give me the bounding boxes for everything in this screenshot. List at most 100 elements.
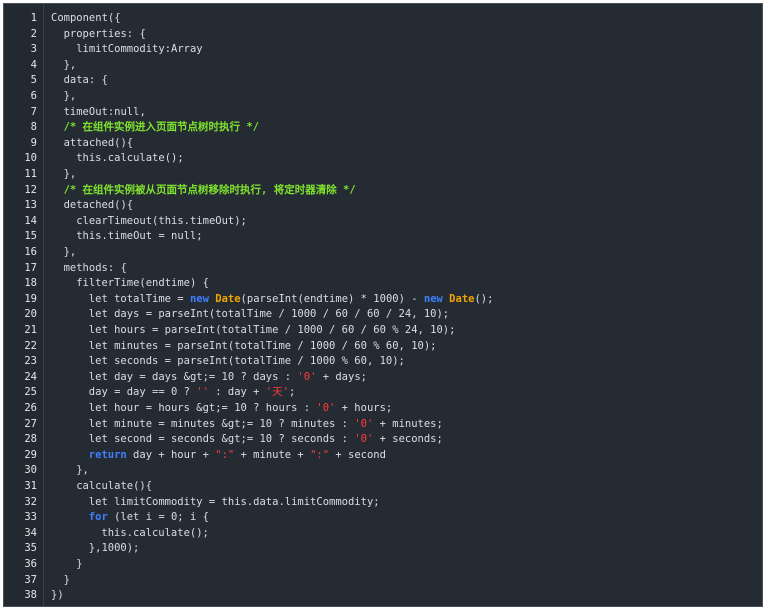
line-number: 1 <box>30 12 37 24</box>
code-token-plain: let days = parseInt(totalTime / 1000 / 6… <box>88 308 450 321</box>
code-token-plain: (let i = 0; i { <box>107 511 209 524</box>
code-line: 11}, <box>4 167 760 183</box>
line-number: 8 <box>30 121 37 134</box>
code-text: } <box>64 573 70 589</box>
code-token-plain: this.calculate(); <box>101 526 209 539</box>
code-token-plain: }) <box>51 589 64 602</box>
code-line: 16}, <box>4 245 760 261</box>
code-line: 34 this.calculate(); <box>4 526 760 542</box>
line-number: 35 <box>24 542 37 555</box>
code-text: let second = seconds &gt;= 10 ? seconds … <box>89 432 443 448</box>
code-text: properties: { <box>64 27 146 43</box>
code-text: return day + hour + ":" + minute + ":" +… <box>89 448 386 464</box>
code-token-str: '0' <box>354 417 374 430</box>
code-token-plain: ; <box>288 386 296 399</box>
code-text: }, <box>76 463 89 479</box>
code-token-type: Date <box>215 292 241 305</box>
line-number: 29 <box>24 448 37 461</box>
code-line: 3 limitCommodity:Array <box>4 42 760 58</box>
code-line: 5 data: { <box>4 73 760 89</box>
line-number: 22 <box>24 339 37 352</box>
line-number: 32 <box>24 495 37 508</box>
code-line: 19 let totalTime = new Date(parseInt(endt… <box>4 292 760 308</box>
code-token-plain: properties: { <box>63 27 146 40</box>
line-number: 20 <box>24 308 37 321</box>
line-number: 3 <box>30 43 37 56</box>
code-token-str: ":" <box>215 448 235 461</box>
code-token-str: '天' <box>265 386 289 399</box>
code-text: let hour = hours &gt;= 10 ? hours : '0' … <box>89 401 392 417</box>
code-token-plain: + seconds; <box>373 433 443 446</box>
code-line: 18 filterTime(endtime) { <box>4 276 760 292</box>
code-text: Component({ <box>51 11 121 27</box>
code-line: 9 attached(){ <box>4 136 760 152</box>
code-text: let totalTime = new Date(parseInt(endtim… <box>89 292 494 308</box>
code-token-plain: let totalTime = <box>88 292 190 305</box>
code-line: 36} <box>4 557 760 573</box>
line-number: 33 <box>24 511 37 524</box>
code-line: 29 return day + hour + ":" + minute + ":"… <box>4 448 760 464</box>
code-line: 35 },1000); <box>4 541 760 557</box>
code-token-plain: }, <box>63 90 77 102</box>
code-token-plain: attached(){ <box>63 136 134 149</box>
code-text: let days = parseInt(totalTime / 1000 / 6… <box>89 307 449 323</box>
code-line: 31 calculate(){ <box>4 479 760 495</box>
code-token-plain: },1000); <box>88 542 140 555</box>
code-line: 15 this.timeOut = null; <box>4 229 760 245</box>
code-token-plain: }, <box>63 246 77 258</box>
code-text: let hours = parseInt(totalTime / 1000 / … <box>89 323 456 339</box>
code-text: detached(){ <box>64 198 134 214</box>
code-text: calculate(){ <box>76 479 152 495</box>
code-token-plain: (parseInt(endtime) * 1000) - <box>240 292 424 305</box>
code-text: }, <box>64 89 77 105</box>
line-number: 37 <box>24 573 37 586</box>
code-token-cmt: /* 在组件实例进入页面节点树时执行 */ <box>63 121 260 134</box>
code-token-kw: return <box>88 448 127 461</box>
code-text: attached(){ <box>64 136 134 152</box>
code-line: 38}) <box>4 588 760 604</box>
line-number: 12 <box>24 183 37 196</box>
code-token-plain: + minutes; <box>373 417 443 430</box>
code-line: 23 let seconds = parseInt(totalTime / 100… <box>4 354 760 370</box>
code-line: 30}, <box>4 463 760 479</box>
code-token-kw: for <box>88 511 108 524</box>
code-text: methods: { <box>64 261 127 277</box>
line-number: 19 <box>24 292 37 305</box>
code-text: /* 在组件实例进入页面节点树时执行 */ <box>64 120 259 136</box>
code-text: limitCommodity:Array <box>76 42 202 58</box>
code-token-kw: new <box>423 292 443 305</box>
code-line: 22 let minutes = parseInt(totalTime / 100… <box>4 339 760 355</box>
code-token-kw: new <box>189 292 209 305</box>
code-text: },1000); <box>89 541 140 557</box>
line-number: 9 <box>30 136 37 149</box>
line-number: 4 <box>30 58 37 71</box>
code-line: 20 let days = parseInt(totalTime / 1000 /… <box>4 307 760 323</box>
code-token-plain: Component({ <box>51 12 121 24</box>
code-line: 13 detached(){ <box>4 198 760 214</box>
code-token-plain: day + hour + <box>126 448 216 461</box>
code-token-str: '0' <box>354 433 374 446</box>
line-number: 23 <box>24 355 37 368</box>
code-text: for (let i = 0; i { <box>89 510 209 526</box>
code-token-plain: let hour = hours &gt;= 10 ? hours : <box>88 402 317 414</box>
code-line: 24 let day = days &gt;= 10 ? days : '0' +… <box>4 370 760 386</box>
code-token-plain: day = day == 0 ? <box>88 386 197 399</box>
code-text: this.timeOut = null; <box>76 229 202 245</box>
code-line: 7 timeOut:null, <box>4 105 760 121</box>
code-token-type: Date <box>449 292 475 305</box>
code-text: let minutes = parseInt(totalTime / 1000 … <box>89 339 437 355</box>
code-text: let limitCommodity = this.data.limitComm… <box>89 495 380 511</box>
line-number: 7 <box>30 105 37 118</box>
code-line: 6}, <box>4 89 760 105</box>
code-line: 14 clearTimeout(this.timeOut); <box>4 214 760 230</box>
code-text: clearTimeout(this.timeOut); <box>76 214 247 230</box>
code-line: 26 let hour = hours &gt;= 10 ? hours : '0… <box>4 401 760 417</box>
code-editor[interactable]: 1 Component({2 properties: {3 limitCommodit… <box>3 3 763 607</box>
code-line: 32 let limitCommodity = this.data.limitCo… <box>4 495 760 511</box>
code-line: 37} <box>4 573 760 589</box>
code-token-plain: + days; <box>316 370 367 383</box>
code-text: }, <box>64 58 77 74</box>
code-text: this.calculate(); <box>76 151 183 167</box>
code-token-plain: calculate(){ <box>76 480 153 492</box>
code-line: 28 let second = seconds &gt;= 10 ? second… <box>4 432 760 448</box>
